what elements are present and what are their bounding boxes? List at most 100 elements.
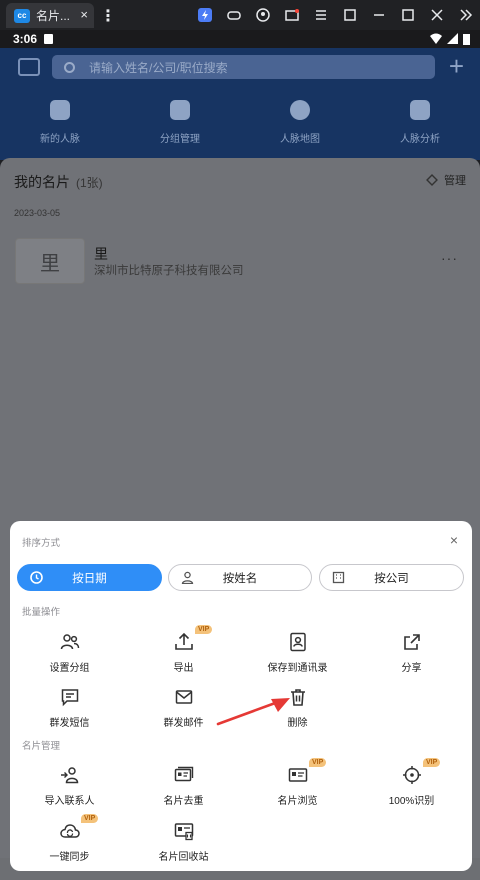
tab-close-icon[interactable]: × (80, 7, 88, 22)
manage-browse-cards[interactable]: VIP 名片浏览 (240, 758, 355, 807)
item-label: 保存到通讯录 (267, 663, 328, 674)
sort-by-name-button[interactable]: 按姓名 (168, 564, 312, 591)
person-icon (181, 571, 194, 584)
status-bar: 3:06 (0, 30, 480, 48)
quick-label: 人脉分析 (400, 134, 440, 145)
import-contact-icon (60, 767, 78, 784)
card-name[interactable]: 里 (94, 244, 108, 264)
item-label: 导出 (173, 663, 194, 674)
minimize-icon[interactable] (364, 0, 393, 30)
quick-contact-analysis[interactable]: 人脉分析 (360, 100, 480, 145)
manage-recognition[interactable]: VIP 100%识别 (354, 758, 469, 807)
quick-label: 分组管理 (160, 134, 200, 145)
bar-chart-icon (410, 100, 430, 120)
vip-badge: VIP (195, 625, 213, 634)
item-label: 名片浏览 (277, 796, 318, 807)
card-recycle-icon (174, 823, 193, 841)
cards-title: 我的名片 (14, 174, 70, 190)
item-label: 100%识别 (388, 796, 435, 807)
sort-label: 按日期 (72, 572, 107, 585)
wifi-icon (430, 33, 442, 44)
message-icon[interactable] (18, 58, 40, 76)
sort-label: 按公司 (374, 572, 409, 585)
quick-contact-map[interactable]: 人脉地图 (240, 100, 360, 145)
boost-icon[interactable] (190, 0, 219, 30)
vip-badge: VIP (309, 758, 327, 767)
card-browse-icon (288, 768, 307, 782)
batch-sms[interactable]: 群发短信 (12, 687, 127, 729)
sim-icon (44, 34, 53, 44)
quick-label: 新的人脉 (40, 134, 80, 145)
item-label: 群发短信 (49, 718, 90, 729)
manage-title: 名片管理 (22, 741, 61, 752)
vip-badge: VIP (81, 814, 99, 823)
manage-recycle-bin[interactable]: 名片回收站 (126, 821, 241, 863)
layers-icon (426, 174, 438, 186)
sort-by-date-button[interactable]: 按日期 (17, 564, 162, 591)
manage-dedupe[interactable]: 名片去重 (126, 765, 241, 807)
quick-label: 人脉地图 (280, 134, 320, 145)
batch-export[interactable]: VIP 导出 (126, 625, 241, 674)
window-title-bar: cc 名片... × ⋮ (0, 0, 480, 30)
quick-new-contacts[interactable]: 新的人脉 (0, 100, 120, 145)
clock-icon (30, 571, 43, 584)
dedupe-card-icon (174, 766, 193, 782)
item-label: 导入联系人 (44, 796, 95, 807)
item-label: 分享 (401, 663, 422, 674)
close-window-icon[interactable] (422, 0, 451, 30)
sort-title: 排序方式 (22, 538, 61, 549)
app-logo-icon: cc (14, 8, 30, 23)
menu-kebab-icon[interactable]: ⋮ (100, 6, 116, 26)
expand-panel-icon[interactable] (451, 0, 480, 30)
sort-label: 按姓名 (222, 572, 258, 585)
manage-sync[interactable]: VIP 一键同步 (12, 814, 127, 863)
batch-set-group[interactable]: 设置分组 (12, 632, 127, 674)
battery-icon (463, 34, 470, 45)
close-icon[interactable]: × (450, 532, 458, 548)
mail-notification-icon[interactable] (277, 0, 306, 30)
item-label: 一键同步 (49, 852, 90, 863)
folder-plus-icon (170, 100, 190, 120)
item-label: 设置分组 (49, 663, 90, 674)
browser-tab[interactable]: cc 名片... × (6, 3, 94, 28)
address-book-icon (289, 632, 306, 652)
hamburger-icon[interactable] (306, 0, 335, 30)
add-icon[interactable]: + (449, 51, 464, 81)
screenshot-icon[interactable] (335, 0, 364, 30)
cloud-sync-icon (59, 824, 80, 838)
map-pin-icon (290, 100, 310, 120)
gamepad-icon[interactable] (219, 0, 248, 30)
manage-label: 管理 (444, 175, 466, 187)
search-input[interactable]: 请输入姓名/公司/职位搜索 (52, 55, 435, 79)
vip-badge: VIP (423, 758, 441, 767)
card-thumbnail[interactable]: 里 (15, 238, 85, 284)
section-title: 我的名片 (1张) (14, 172, 103, 192)
annotation-arrow-icon (216, 698, 290, 726)
users-group-icon (60, 634, 79, 650)
status-time: 3:06 (13, 32, 38, 46)
upload-icon (174, 632, 193, 650)
maximize-icon[interactable] (393, 0, 422, 30)
search-icon (64, 61, 75, 73)
sms-icon (61, 689, 78, 707)
card-company: 深圳市比特原子科技有限公司 (94, 265, 244, 277)
more-icon[interactable]: ··· (441, 250, 458, 266)
tab-title: 名片... (36, 9, 71, 23)
search-placeholder: 请输入姓名/公司/职位搜索 (89, 60, 228, 75)
quick-group-manage[interactable]: 分组管理 (120, 100, 240, 145)
manage-button[interactable]: 管理 (426, 172, 466, 188)
account-icon[interactable] (248, 0, 277, 30)
batch-save-contacts[interactable]: 保存到通讯录 (240, 632, 355, 674)
manage-import-contacts[interactable]: 导入联系人 (12, 765, 127, 807)
signal-icon (447, 33, 458, 44)
share-icon (403, 634, 420, 650)
new-contact-icon (50, 100, 70, 120)
date-header: 2023-03-05 (14, 208, 61, 218)
cards-count: (1张) (76, 176, 103, 190)
building-icon (332, 571, 345, 584)
batch-share[interactable]: 分享 (354, 632, 469, 674)
item-label: 名片回收站 (158, 852, 209, 863)
mail-icon (175, 690, 192, 704)
sort-by-company-button[interactable]: 按公司 (319, 564, 464, 591)
item-label: 名片去重 (163, 796, 204, 807)
